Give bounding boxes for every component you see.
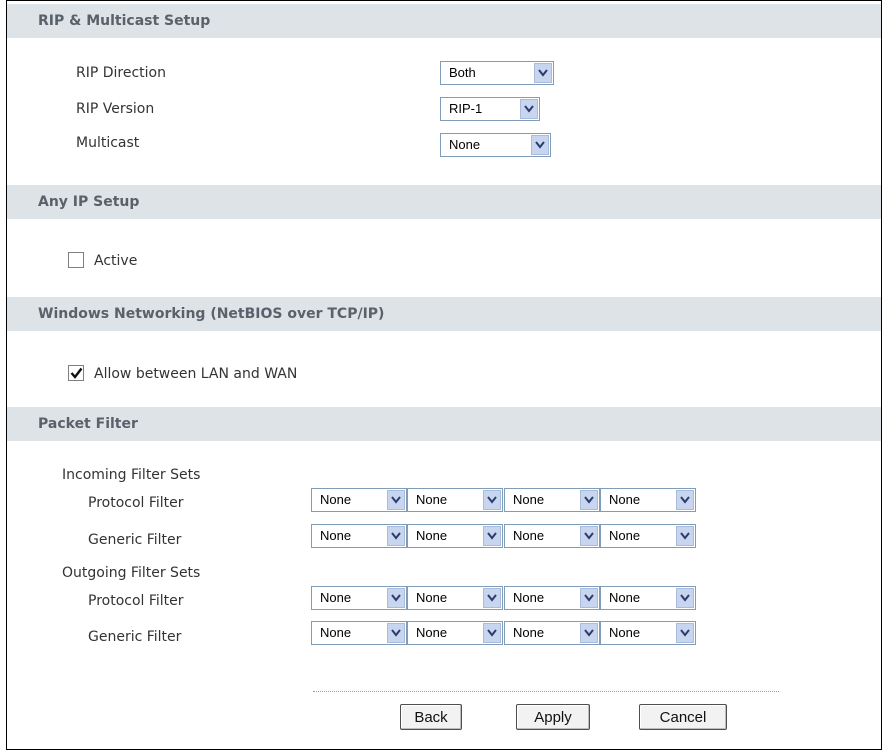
outgoing-protocol-filter-select-1[interactable]: None: [311, 586, 407, 610]
chevron-down-icon[interactable]: [580, 490, 598, 510]
incoming-generic-filter-select-2[interactable]: None: [407, 524, 503, 548]
incoming-protocol-filter-select-2[interactable]: None: [407, 488, 503, 512]
allow-lan-wan-label: Allow between LAN and WAN: [94, 366, 298, 382]
incoming-protocol-filter-select-4[interactable]: None: [600, 488, 696, 512]
chevron-down-icon[interactable]: [580, 526, 598, 546]
chevron-down-icon[interactable]: [387, 526, 405, 546]
filter-select-value: None: [609, 492, 641, 507]
filter-select-value: None: [416, 492, 448, 507]
incoming-filter-sets-label: Incoming Filter Sets: [62, 467, 201, 483]
chevron-down-icon[interactable]: [483, 588, 501, 608]
outgoing-generic-filter-select-1[interactable]: None: [311, 621, 407, 645]
filter-select-value: None: [513, 625, 545, 640]
filter-select-value: None: [320, 528, 352, 543]
filter-select-value: None: [416, 625, 448, 640]
back-button[interactable]: Back: [400, 704, 462, 730]
section-header-rip-multicast: RIP & Multicast Setup: [7, 4, 881, 38]
filter-select-value: None: [513, 492, 545, 507]
chevron-down-icon[interactable]: [387, 490, 405, 510]
active-checkbox[interactable]: [68, 252, 84, 268]
outgoing-protocol-filter-select-2[interactable]: None: [407, 586, 503, 610]
filter-select-value: None: [320, 625, 352, 640]
active-label: Active: [94, 253, 138, 269]
outgoing-generic-filter-select-4[interactable]: None: [600, 621, 696, 645]
incoming-protocol-filter-select-3[interactable]: None: [504, 488, 600, 512]
filter-select-value: None: [513, 590, 545, 605]
incoming-protocol-filter-label: Protocol Filter: [88, 495, 184, 511]
chevron-down-icon[interactable]: [580, 588, 598, 608]
filter-select-value: None: [513, 528, 545, 543]
incoming-generic-filter-select-1[interactable]: None: [311, 524, 407, 548]
rip-version-value: RIP-1: [449, 101, 483, 116]
chevron-down-icon[interactable]: [676, 526, 694, 546]
filter-select-value: None: [609, 625, 641, 640]
rip-direction-value: Both: [449, 65, 476, 80]
cancel-button[interactable]: Cancel: [639, 704, 727, 730]
rip-version-label: RIP Version: [76, 101, 155, 117]
section-header-any-ip: Any IP Setup: [7, 185, 881, 219]
filter-select-value: None: [609, 590, 641, 605]
incoming-protocol-filter-select-1[interactable]: None: [311, 488, 407, 512]
outgoing-generic-filter-label: Generic Filter: [88, 629, 182, 645]
rip-direction-select[interactable]: Both: [440, 61, 554, 85]
outgoing-protocol-filter-select-4[interactable]: None: [600, 586, 696, 610]
section-header-packet-filter: Packet Filter: [7, 407, 881, 441]
chevron-down-icon[interactable]: [483, 490, 501, 510]
chevron-down-icon[interactable]: [483, 526, 501, 546]
divider: [313, 691, 779, 692]
chevron-down-icon[interactable]: [580, 623, 598, 643]
chevron-down-icon[interactable]: [676, 490, 694, 510]
outgoing-generic-filter-select-3[interactable]: None: [504, 621, 600, 645]
rip-direction-label: RIP Direction: [76, 65, 166, 81]
filter-select-value: None: [320, 492, 352, 507]
section-header-windows-networking: Windows Networking (NetBIOS over TCP/IP): [7, 297, 881, 331]
filter-select-value: None: [416, 528, 448, 543]
chevron-down-icon[interactable]: [387, 623, 405, 643]
outgoing-protocol-filter-label: Protocol Filter: [88, 593, 184, 609]
filter-select-value: None: [320, 590, 352, 605]
multicast-value: None: [449, 137, 481, 152]
incoming-generic-filter-select-3[interactable]: None: [504, 524, 600, 548]
checkmark-icon: [70, 367, 82, 379]
chevron-down-icon[interactable]: [676, 588, 694, 608]
chevron-down-icon[interactable]: [534, 63, 552, 83]
multicast-select[interactable]: None: [440, 133, 551, 157]
settings-panel: RIP & Multicast Setup RIP Direction Both…: [6, 0, 882, 750]
chevron-down-icon[interactable]: [531, 135, 549, 155]
outgoing-protocol-filter-select-3[interactable]: None: [504, 586, 600, 610]
allow-lan-wan-checkbox[interactable]: [68, 365, 84, 381]
outgoing-generic-filter-select-2[interactable]: None: [407, 621, 503, 645]
apply-button[interactable]: Apply: [516, 704, 590, 730]
chevron-down-icon[interactable]: [676, 623, 694, 643]
multicast-label: Multicast: [76, 135, 140, 151]
incoming-generic-filter-label: Generic Filter: [88, 532, 182, 548]
filter-select-value: None: [609, 528, 641, 543]
filter-select-value: None: [416, 590, 448, 605]
incoming-generic-filter-select-4[interactable]: None: [600, 524, 696, 548]
chevron-down-icon[interactable]: [520, 99, 538, 119]
chevron-down-icon[interactable]: [483, 623, 501, 643]
chevron-down-icon[interactable]: [387, 588, 405, 608]
outgoing-filter-sets-label: Outgoing Filter Sets: [62, 565, 201, 581]
rip-version-select[interactable]: RIP-1: [440, 97, 540, 121]
